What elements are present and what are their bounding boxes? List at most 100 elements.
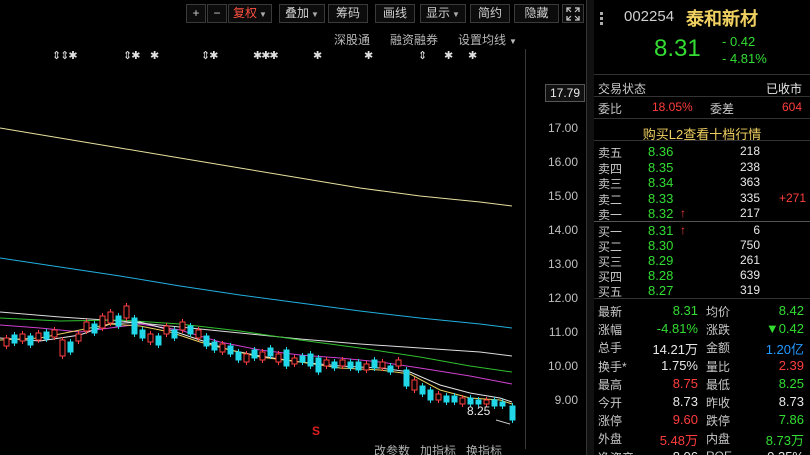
candle-body[interactable] [195,329,202,339]
candle-body[interactable] [315,357,322,373]
candle-body[interactable] [443,395,450,403]
stat-value: 14.21万 [652,342,698,358]
candle-body[interactable] [379,361,386,369]
candle-body[interactable] [99,315,106,329]
candle-body[interactable] [139,329,146,339]
candle-body[interactable] [203,335,210,347]
candle-body[interactable] [91,323,98,334]
candle-body[interactable] [267,347,274,357]
candle-body[interactable] [163,325,170,335]
candle-body[interactable] [291,357,298,365]
candle-body[interactable] [339,359,346,367]
price-axis-tick: 13.00 [547,257,578,271]
candle-body[interactable] [355,361,362,371]
candle-body[interactable] [67,341,74,353]
candle-body[interactable] [347,361,354,369]
stat-value: ▼0.42 [765,321,804,337]
candle-body[interactable] [331,361,338,369]
candle-body[interactable] [243,353,250,363]
candle-body[interactable] [147,333,154,343]
candle-body[interactable] [299,355,306,363]
book-volume: 363 [739,175,760,189]
bid-row[interactable]: 买五 8.27 319 [594,283,810,299]
candle-body[interactable] [275,353,282,363]
candle-body[interactable] [83,321,90,332]
candle-body[interactable] [307,353,314,367]
candle-body[interactable] [75,333,82,342]
ask-row[interactable]: 卖四 8.35 238 [594,160,810,176]
candle-body[interactable] [43,331,50,340]
book-volume: 319 [739,283,760,297]
change-params-link[interactable]: 改参数 [374,442,410,455]
price-change: - 0.42 [722,34,756,49]
kline-chart-area[interactable]: + − 复权 ▼ 叠加 ▼ 筹码 画线 显示 ▼ 简约 隐藏 深股通 融资融券 设置均… [0,0,586,455]
price-change-pct: - 4.81% [722,51,767,66]
stock-name: 泰和新材 [686,9,758,29]
candle-body[interactable] [363,363,370,371]
book-price: 8.35 [648,159,674,175]
candle-body[interactable] [59,339,66,357]
candle-body[interactable] [219,343,226,353]
stat-label: 最新 [598,305,623,319]
signal-s-marker[interactable]: S [312,424,320,438]
candle-body[interactable] [435,393,442,401]
kline-svg[interactable] [0,0,525,440]
stat-label: 量比 [706,359,731,374]
candle-body[interactable] [51,329,58,338]
price-axis-tick: 10.00 [547,359,578,373]
ma-line-green [0,317,513,373]
expand-icon[interactable] [562,4,584,23]
stat-value: 7.86 [778,412,804,428]
candle-body[interactable] [227,345,234,355]
candle-body[interactable] [171,329,178,339]
candle-body[interactable] [419,385,426,395]
candle-body[interactable] [187,325,194,335]
price-axis-tick: 15.00 [547,189,578,203]
candle-body[interactable] [179,321,186,331]
ask-row[interactable]: 卖五 8.36 218 [594,144,810,160]
candle-body[interactable] [491,399,498,407]
stat-value: 0.35% [767,449,804,455]
candle-body[interactable] [509,405,516,421]
stat-label: 涨跌 [706,323,731,338]
ask-row[interactable]: 卖一 8.32 217 [594,206,810,222]
candle-body[interactable] [283,349,290,367]
stat-label: 净资产 [598,449,634,455]
candle-body[interactable] [395,359,402,367]
candle-body[interactable] [35,332,42,341]
candle-body[interactable] [451,395,458,403]
candle-body[interactable] [459,397,466,405]
candle-body[interactable] [323,359,330,367]
candle-body[interactable] [259,351,266,361]
candle-body[interactable] [131,317,138,335]
candle-body[interactable] [411,379,418,391]
bid-row[interactable]: 买四 8.28 639 [594,268,810,284]
candle-body[interactable] [371,359,378,369]
candle-body[interactable] [107,311,114,324]
stat-label: 内盘 [706,432,731,447]
candle-body[interactable] [11,334,18,344]
candle-body[interactable] [211,341,218,351]
candle-body[interactable] [3,337,10,347]
bid-row[interactable]: 买二 8.30 750 [594,238,810,254]
candle-body[interactable] [19,333,26,342]
candle-body[interactable] [427,389,434,401]
candle-body[interactable] [403,369,410,387]
candle-body[interactable] [123,305,130,319]
candle-body[interactable] [499,401,506,407]
bid-row[interactable]: 买一 8.31 6 [594,223,810,239]
candle-body[interactable] [235,351,242,361]
candle-body[interactable] [155,335,162,346]
book-volume: 639 [739,268,760,282]
ask-row[interactable]: 卖二 8.33 335 +271 [594,191,810,207]
switch-indicator-link[interactable]: 换指标 [466,442,502,455]
candle-body[interactable] [251,349,258,359]
ask-row[interactable]: 卖三 8.34 363 [594,175,810,191]
candle-body[interactable] [115,315,122,327]
candle-body[interactable] [387,365,394,373]
candle-body[interactable] [27,335,34,346]
add-indicator-link[interactable]: 加指标 [420,442,456,455]
chart-panel-separator[interactable] [586,0,594,455]
menu-icon[interactable] [600,12,603,26]
bid-row[interactable]: 买三 8.29 261 [594,253,810,269]
